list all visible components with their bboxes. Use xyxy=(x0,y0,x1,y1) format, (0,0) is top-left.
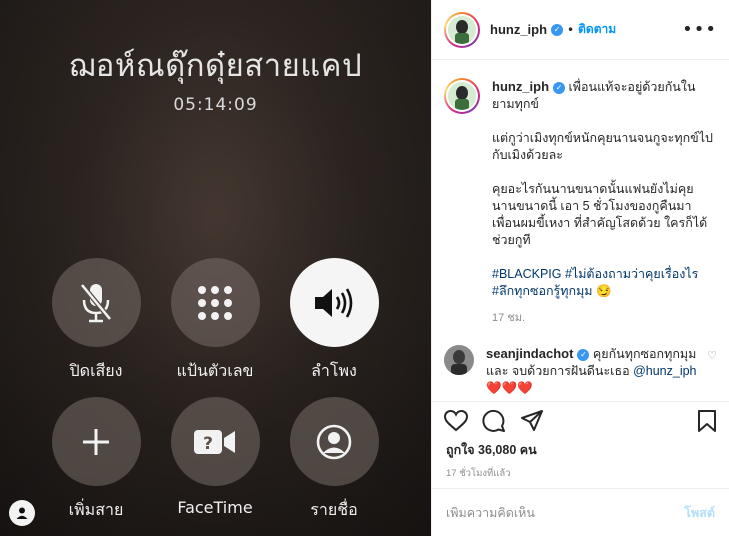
post-button[interactable]: โพสต์ xyxy=(684,503,715,523)
comment-mention[interactable]: @hunz_iph xyxy=(633,364,696,378)
caption-paragraph-2: แต่กูว่าเมิงทุกข์หนักคุยนานจนกูจะทุกข์ไป… xyxy=(492,131,713,162)
comment-icon[interactable] xyxy=(482,409,506,433)
plus-icon xyxy=(83,428,109,455)
facetime-control: ? FaceTime xyxy=(155,397,275,517)
mic-off-icon xyxy=(80,282,112,322)
speaker-label: ลำโพง xyxy=(311,361,357,380)
share-icon[interactable] xyxy=(520,410,544,432)
facetime-icon: ? xyxy=(194,429,235,454)
comment-item: seanjindachot ✓ คุยกันทุกซอกทุกมุม และ จบ… xyxy=(444,345,717,397)
contacts-icon xyxy=(316,424,352,459)
comment-username[interactable]: seanjindachot xyxy=(486,346,573,361)
mute-control: ปิดเสียง xyxy=(36,258,156,384)
follow-button[interactable]: ติดตาม xyxy=(578,20,616,39)
action-bar xyxy=(432,402,729,440)
post-header: hunz_iph ✓ • ติดตาม ••• xyxy=(432,0,729,60)
post-photo: ฌอห์ณดุ๊กดุ๋ยสายแคป 05:14:09 ปิดเสียง แป… xyxy=(0,0,431,536)
comment-avatar-picture xyxy=(444,345,474,375)
add-call-control: เพิ่มสาย xyxy=(36,397,156,523)
keypad-control: แป้นตัวเลข xyxy=(155,258,275,384)
add-comment-bar: โพสต์ xyxy=(432,488,729,536)
more-options-icon[interactable]: ••• xyxy=(682,19,717,40)
comment-like-icon[interactable]: ♡ xyxy=(707,349,717,362)
likes-count[interactable]: ถูกใจ 36,080 คน xyxy=(432,440,729,460)
caption-username[interactable]: hunz_iph xyxy=(492,79,549,94)
contacts-label: รายชื่อ xyxy=(310,500,358,519)
comment-body: seanjindachot ✓ คุยกันทุกซอกทุกมุม และ จบ… xyxy=(486,345,698,397)
app-root: ฌอห์ณดุ๊กดุ๋ยสายแคป 05:14:09 ปิดเสียง แป… xyxy=(0,0,729,536)
avatar-picture xyxy=(448,15,476,44)
comments-section: hunz_iph ✓ เพื่อนแท้จะอยู่ด้วยกันในยามทุก… xyxy=(432,60,729,402)
caption-item: hunz_iph ✓ เพื่อนแท้จะอยู่ด้วยกันในยามทุก… xyxy=(444,78,717,327)
user-tag-icon[interactable] xyxy=(9,500,35,526)
heart-icon[interactable] xyxy=(444,410,468,432)
caption-verified-icon: ✓ xyxy=(553,81,566,94)
keypad-icon xyxy=(198,285,232,320)
comment-input[interactable] xyxy=(446,505,685,520)
caption-age: 17 ชม. xyxy=(492,312,526,324)
post-timestamp: 17 ชั่วโมงที่แล้ว xyxy=(446,468,511,479)
caller-name: ฌอห์ณดุ๊กดุ๋ยสายแคป xyxy=(68,48,363,84)
header-username[interactable]: hunz_iph xyxy=(490,22,547,37)
keypad-label: แป้นตัวเลข xyxy=(176,361,254,380)
verified-badge-icon: ✓ xyxy=(551,23,564,36)
dot-separator: • xyxy=(567,22,575,37)
avatar[interactable] xyxy=(444,11,480,48)
facetime-label: FaceTime xyxy=(177,498,253,517)
speaker-icon xyxy=(315,287,353,318)
call-duration: 05:14:09 xyxy=(173,95,258,115)
post-panel: hunz_iph ✓ • ติดตาม ••• hunz_iph ✓ เพื่อ… xyxy=(431,0,729,536)
caption-hashtags[interactable]: #BLACKPIG #ไม่ต้องถามว่าคุยเรื่องไร #ลึก… xyxy=(492,266,714,300)
speaker-control: ลำโพง xyxy=(274,258,394,384)
comment-avatar[interactable] xyxy=(444,345,474,375)
caption-body: hunz_iph ✓ เพื่อนแท้จะอยู่ด้วยกันในยามทุก… xyxy=(492,78,714,327)
contacts-control: รายชื่อ xyxy=(274,397,394,523)
bookmark-icon[interactable] xyxy=(697,409,717,433)
mute-label: ปิดเสียง xyxy=(69,361,123,380)
caption-avatar[interactable] xyxy=(444,78,480,114)
caption-paragraph-3: คุยอะไรกันนานขนาดนั้นแฟนยังไม่คุยนานขนาด… xyxy=(492,182,708,247)
comment-hearts: ❤️❤️❤️ xyxy=(486,381,533,395)
comment-verified-icon: ✓ xyxy=(577,348,590,361)
caption-avatar-picture xyxy=(448,82,476,110)
add-call-label: เพิ่มสาย xyxy=(68,500,124,519)
svg-text:?: ? xyxy=(203,434,213,454)
